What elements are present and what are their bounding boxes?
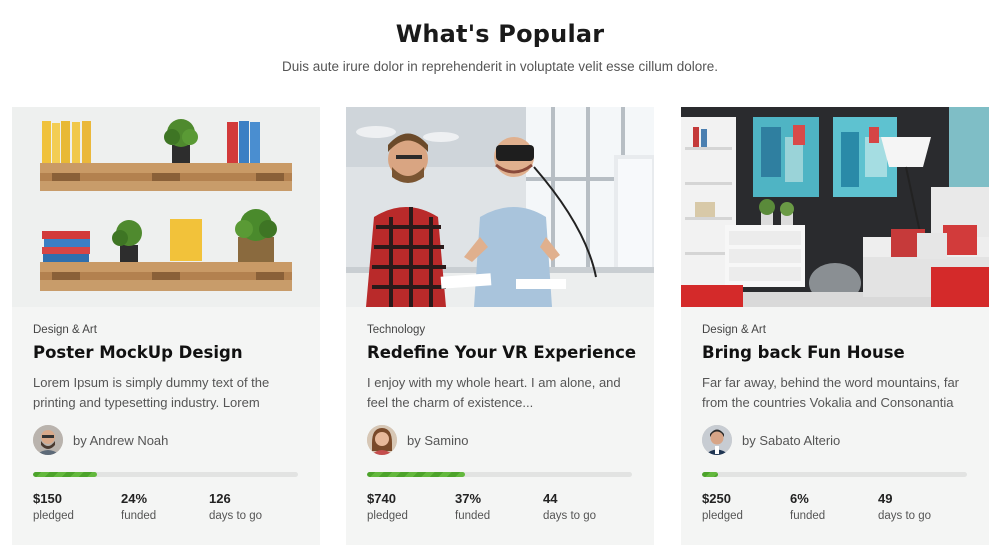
funding-progress-bar [702, 472, 967, 477]
project-card[interactable]: Design & Art Bring back Fun House Far fa… [681, 107, 989, 545]
card-author[interactable]: by Sabato Alterio [702, 425, 840, 455]
card-description: Far far away, behind the word mountains,… [702, 375, 959, 410]
card-description: Lorem Ipsum is simply dummy text of the … [33, 375, 270, 410]
stat-pledged: $740 pledged [367, 491, 408, 522]
stat-value: 44 [543, 491, 558, 506]
section-subtitle: Duis aute irure dolor in reprehenderit i… [282, 59, 718, 74]
author-avatar [702, 425, 732, 455]
section-title: What's Popular [395, 20, 605, 48]
card-image-vr[interactable] [346, 107, 654, 307]
stat-pledged: $250 pledged [702, 491, 743, 522]
stat-value: 24% [121, 491, 148, 506]
card-title[interactable]: Poster MockUp Design [33, 343, 243, 362]
funding-progress-fill [702, 472, 718, 477]
card-image-living-room[interactable] [681, 107, 989, 307]
card-author[interactable]: by Samino [367, 425, 468, 455]
stat-label: funded [121, 510, 157, 522]
stat-label: days to go [209, 510, 263, 522]
stat-funded: 24% funded [121, 491, 156, 522]
funding-progress-fill [367, 472, 466, 477]
project-card[interactable]: Design & Art Poster MockUp Design Lorem … [12, 107, 320, 545]
card-category[interactable]: Technology [367, 324, 425, 336]
stat-label: days to go [543, 510, 597, 522]
stat-label: days to go [878, 510, 932, 522]
stat-value: $250 [702, 491, 731, 506]
stat-pledged: $150 pledged [33, 491, 74, 522]
stat-value: $740 [367, 491, 396, 506]
stat-value: 6% [790, 491, 809, 506]
stat-value: 49 [878, 491, 893, 506]
stat-label: pledged [367, 510, 408, 522]
card-description: I enjoy with my whole heart. I am alone,… [367, 375, 621, 410]
stat-label: pledged [33, 510, 74, 522]
stat-days-to-go: 44 days to go [543, 491, 596, 522]
card-image-shelves[interactable] [12, 107, 320, 307]
stat-funded: 6% funded [790, 491, 825, 522]
author-avatar [33, 425, 63, 455]
stat-value: 126 [209, 491, 231, 506]
stat-label: funded [455, 510, 491, 522]
stat-days-to-go: 126 days to go [209, 491, 262, 522]
author-name: by Sabato Alterio [742, 432, 841, 448]
author-name: by Andrew Noah [73, 432, 169, 448]
stat-value: $150 [33, 491, 62, 506]
card-author[interactable]: by Andrew Noah [33, 425, 168, 455]
stat-funded: 37% funded [455, 491, 490, 522]
funding-progress-fill [33, 472, 97, 477]
funding-progress-bar [33, 472, 298, 477]
project-card[interactable]: Technology Redefine Your VR Experience I… [346, 107, 654, 545]
card-title[interactable]: Bring back Fun House [702, 343, 905, 362]
stat-label: funded [790, 510, 826, 522]
stat-value: 37% [455, 491, 482, 506]
card-category[interactable]: Design & Art [33, 324, 97, 336]
author-avatar [367, 425, 397, 455]
card-category[interactable]: Design & Art [702, 324, 766, 336]
stat-days-to-go: 49 days to go [878, 491, 931, 522]
funding-progress-bar [367, 472, 632, 477]
card-title[interactable]: Redefine Your VR Experience [367, 343, 636, 362]
stat-label: pledged [702, 510, 743, 522]
author-name: by Samino [407, 432, 469, 448]
